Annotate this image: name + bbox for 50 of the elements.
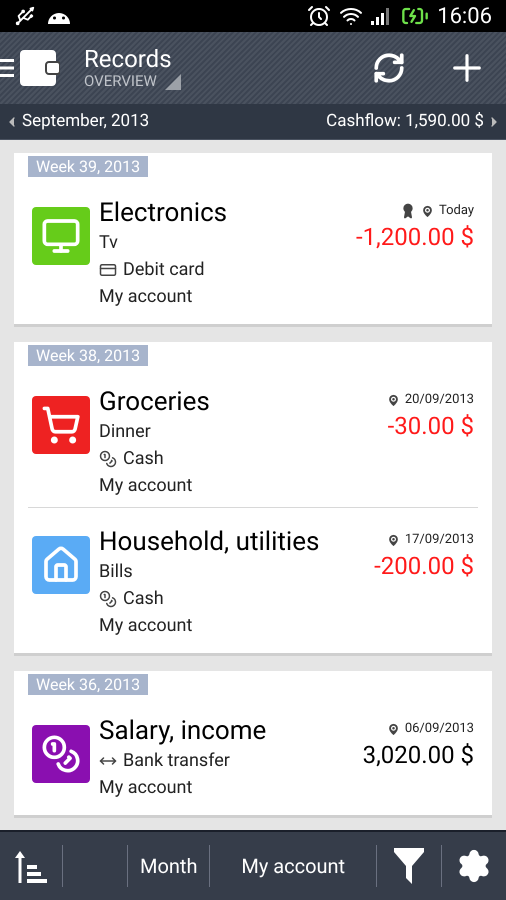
coins-icon	[99, 450, 117, 468]
wallet-icon[interactable]	[20, 50, 60, 86]
week-label: Week 38, 2013	[28, 345, 148, 366]
record-date: Today	[438, 202, 474, 220]
usb-icon	[14, 5, 36, 27]
cart-icon	[41, 405, 81, 445]
record-note: Tv	[99, 231, 119, 255]
coins-icon	[99, 590, 117, 608]
clock: 16:06	[437, 2, 492, 30]
account-name: My account	[99, 474, 194, 498]
period-selector[interactable]: Month	[128, 851, 210, 881]
period-label[interactable]: September, 2013	[22, 108, 150, 134]
account-name: My account	[99, 285, 194, 309]
house-icon	[41, 545, 81, 585]
payment-type: Cash	[123, 447, 164, 471]
menu-icon[interactable]	[0, 57, 14, 79]
record-note: Bills	[99, 560, 134, 584]
payment-type: Debit card	[123, 258, 204, 282]
week-label: Week 36, 2013	[28, 674, 148, 695]
account-name: My account	[99, 776, 194, 800]
week-label: Week 39, 2013	[28, 156, 148, 177]
alarm-icon	[307, 4, 332, 28]
screen-title: Records	[84, 46, 173, 72]
screen-subtitle: OVERVIEW	[84, 72, 157, 90]
category-name: Household, utilities	[99, 526, 320, 558]
record-amount: -1,200.00 $	[356, 222, 474, 253]
payment-type: Bank transfer	[123, 749, 230, 773]
category-name: Salary, income	[99, 715, 268, 747]
dropdown-corner-icon[interactable]	[164, 74, 181, 90]
record-date: 20/09/2013	[404, 391, 474, 410]
record-amount: 3,020.00 $	[362, 740, 474, 771]
account-name: My account	[99, 614, 194, 638]
record-row[interactable]: Household, utilities Bills Cash My account 17/09/2013 -200.00 $	[14, 508, 492, 647]
record-row[interactable]: Groceries Dinner Cash My account 20/09/2013 -30.00 $	[14, 368, 492, 507]
record-note: Dinner	[99, 420, 152, 444]
cashflow: Cashflow: 1,590.00 $	[326, 110, 484, 133]
account-selector[interactable]: My account	[210, 851, 376, 881]
refresh-icon[interactable]	[372, 51, 406, 85]
record-row[interactable]: Salary, income Bank transfer My account 06/09/2013 3,020.00 $	[14, 697, 492, 809]
payment-type: Cash	[123, 587, 164, 611]
monitor-icon	[41, 216, 81, 256]
record-date: 17/09/2013	[404, 531, 474, 550]
record-date: 06/09/2013	[404, 720, 474, 738]
category-name: Groceries	[99, 386, 211, 418]
category-name: Electronics	[99, 197, 228, 229]
coins-icon	[41, 734, 81, 774]
record-amount: -30.00 $	[388, 411, 474, 442]
record-amount: -200.00 $	[374, 551, 474, 582]
record-row[interactable]: Electronics Tv Debit card My account Today -1,200.00 $	[14, 179, 492, 318]
filter-icon[interactable]	[394, 848, 424, 884]
